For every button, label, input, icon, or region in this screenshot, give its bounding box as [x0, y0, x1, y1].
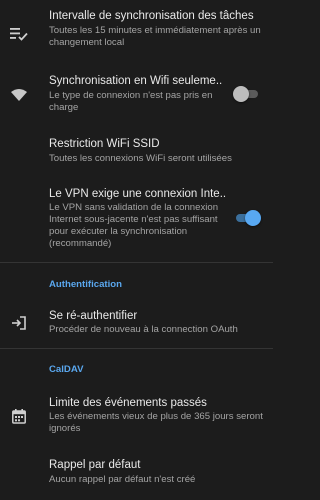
pref-wifi-ssid[interactable]: Restriction WiFi SSID Toutes les connexi…: [0, 128, 273, 178]
settings-screen: Intervalle de synchronisation des tâches…: [0, 0, 273, 500]
pref-summary: Les événements vieux de plus de 365 jour…: [49, 411, 263, 434]
calendar-icon: [10, 407, 28, 425]
login-icon: [10, 314, 28, 332]
switch-thumb: [245, 210, 261, 226]
pref-title: Se ré-authentifier: [49, 310, 138, 322]
pref-title: Synchronisation en Wifi seuleme..: [49, 75, 223, 87]
switch-thumb: [233, 86, 249, 102]
pref-title: Intervalle de synchronisation des tâches: [49, 10, 254, 22]
pref-summary: Toutes les 15 minutes et immédiatement a…: [49, 25, 261, 48]
pref-title: Rappel par défaut: [49, 459, 141, 471]
wifi-icon: [10, 86, 28, 104]
vpn-switch[interactable]: [233, 210, 261, 226]
pref-title: Restriction WiFi SSID: [49, 138, 160, 150]
wifi-only-switch[interactable]: [233, 86, 261, 102]
pref-summary: Le type de connexion n'est pas pris en c…: [49, 90, 213, 113]
section-divider: [0, 262, 273, 263]
pref-title: Le VPN exige une connexion Inte..: [49, 188, 227, 200]
sort-list-icon: [10, 25, 28, 43]
pref-summary: Procéder de nouveau à la connection OAut…: [49, 324, 238, 335]
pref-wifi-only[interactable]: Synchronisation en Wifi seuleme.. Le typ…: [0, 64, 273, 128]
category-caldav: CalDAV: [49, 364, 84, 375]
pref-reauthenticate[interactable]: Se ré-authentifier Procéder de nouveau à…: [0, 300, 273, 346]
pref-title: Limite des événements passés: [49, 397, 207, 409]
section-divider: [0, 348, 273, 349]
pref-summary: Le VPN sans validation de la connexion I…: [49, 202, 219, 249]
pref-summary: Aucun rappel par défaut n'est créé: [49, 474, 196, 485]
pref-default-reminder[interactable]: Rappel par défaut Aucun rappel par défau…: [0, 448, 273, 500]
pref-vpn[interactable]: Le VPN exige une connexion Inte.. Le VPN…: [0, 178, 273, 260]
category-authentification: Authentification: [49, 279, 123, 290]
pref-past-events-limit[interactable]: Limite des événements passés Les événeme…: [0, 386, 273, 446]
pref-summary: Toutes les connexions WiFi seront utilis…: [49, 153, 232, 164]
pref-sync-interval[interactable]: Intervalle de synchronisation des tâches…: [0, 0, 273, 64]
